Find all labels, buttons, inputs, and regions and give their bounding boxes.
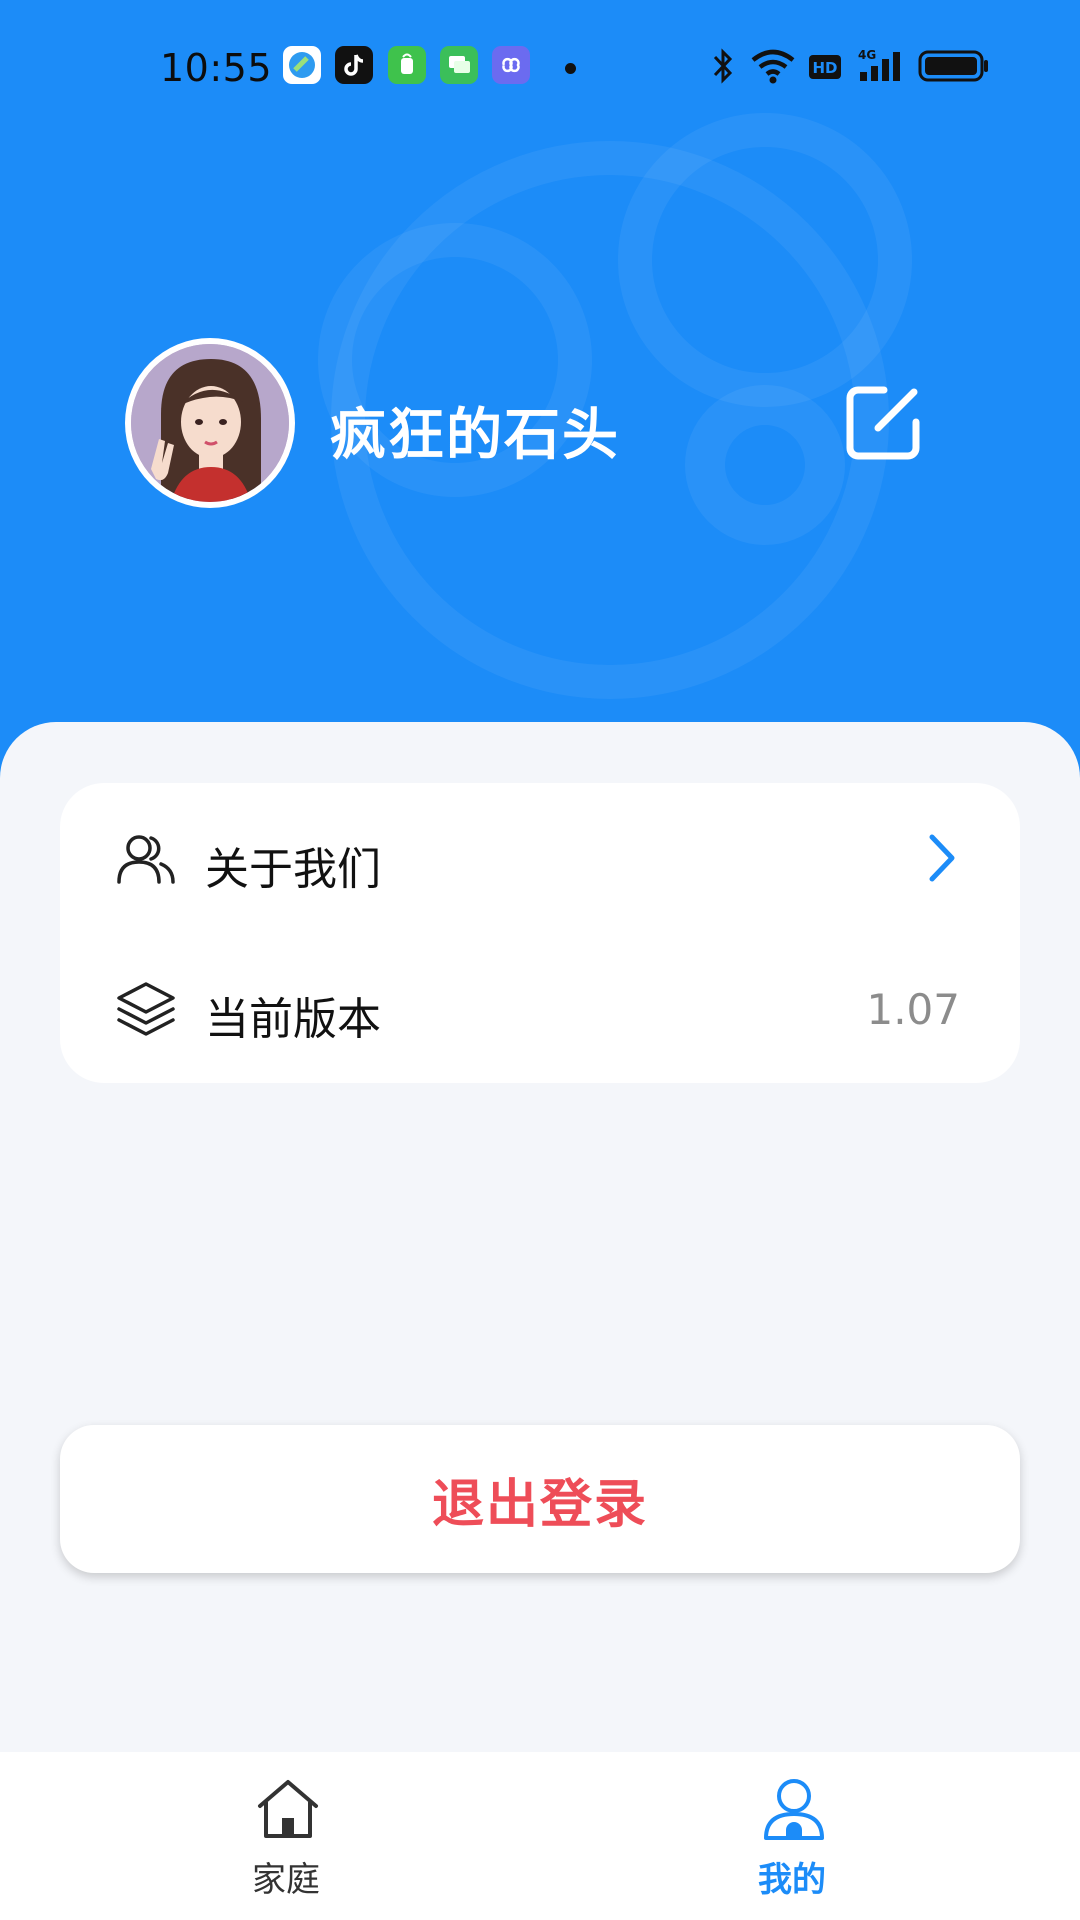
edit-icon[interactable] — [840, 380, 926, 466]
avatar-image — [131, 344, 289, 502]
menu-card: 关于我们 当前版本 1.07 — [60, 783, 1020, 1083]
messages-icon — [440, 46, 478, 84]
signal-4g-icon: 4G — [858, 48, 900, 81]
person-icon — [764, 1779, 824, 1840]
svg-text:4G: 4G — [858, 48, 876, 62]
tab-home[interactable]: 家庭 — [136, 1752, 436, 1920]
layers-icon — [117, 982, 175, 1036]
tab-mine[interactable]: 我的 — [642, 1752, 942, 1920]
battery-icon — [918, 50, 988, 82]
tiktok-icon — [335, 46, 373, 84]
menu-item-about[interactable]: 关于我们 — [60, 783, 1020, 933]
browser-icon — [283, 46, 321, 84]
svg-text:HD: HD — [812, 59, 837, 77]
chevron-right-icon — [929, 834, 955, 882]
bluetooth-icon — [713, 48, 733, 84]
status-bar: 10:55 HD 4G — [0, 40, 1080, 95]
profile-header: 10:55 HD 4G 疯狂的石头 — [0, 0, 1080, 780]
tab-label: 家庭 — [252, 1860, 320, 1900]
menu-item-label: 关于我们 — [205, 844, 381, 895]
screen: 10:55 HD 4G 疯狂的石头 关于我们 当前版本 1.07 退出登录 家庭… — [0, 0, 1080, 1920]
tab-label: 我的 — [758, 1860, 826, 1900]
avatar[interactable] — [125, 338, 295, 508]
hd-icon: HD — [809, 55, 841, 79]
version-value: 1.07 — [866, 985, 960, 1034]
app-store-icon — [388, 46, 426, 84]
menu-item-version[interactable]: 当前版本 1.07 — [60, 933, 1020, 1083]
wifi-icon — [751, 49, 795, 84]
status-time: 10:55 — [160, 46, 273, 90]
logout-button[interactable]: 退出登录 — [60, 1425, 1020, 1573]
link-app-icon — [492, 46, 530, 84]
username: 疯狂的石头 — [330, 403, 620, 468]
home-icon — [258, 1780, 318, 1838]
notification-dot — [565, 63, 576, 74]
bottom-tab-bar: 家庭 我的 — [0, 1752, 1080, 1920]
users-icon — [117, 835, 175, 884]
menu-item-label: 当前版本 — [205, 994, 381, 1045]
